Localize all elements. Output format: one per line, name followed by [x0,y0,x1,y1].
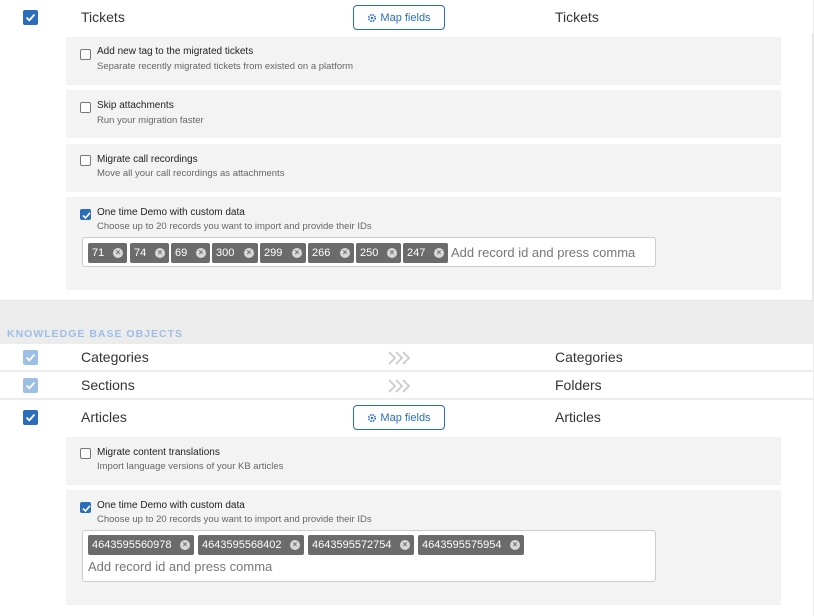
check-icon [25,353,36,362]
record-id-tag: 247 × [403,243,448,263]
chevron-right-arrows-icon [388,351,411,365]
categories-checkbox [23,350,38,365]
articles-destination-label: Articles [555,409,601,425]
option-call-recordings: Migrate call recordings Move all your ca… [66,144,781,192]
remove-tag-icon[interactable]: × [387,248,397,258]
option-content-translations: Migrate content translations Import lang… [66,437,781,485]
articles-card: Articles Map fields Articles Migrate con… [0,400,813,616]
map-fields-label: Map fields [380,11,431,24]
articles-source-label: Articles [81,409,127,425]
remove-tag-icon[interactable]: × [155,248,165,258]
remove-tag-icon[interactable]: × [292,248,302,258]
remove-tag-icon[interactable]: × [244,248,254,258]
remove-tag-icon[interactable]: × [510,540,520,550]
kb-demo-data-checkbox[interactable] [80,502,91,513]
remove-tag-icon[interactable]: × [434,248,444,258]
remove-tag-icon[interactable]: × [196,248,206,258]
remove-tag-icon[interactable]: × [290,540,300,550]
record-id-tag: 4643595568402 × [198,535,304,555]
option-title: Migrate content translations [97,447,220,458]
remove-tag-icon[interactable]: × [113,248,123,258]
option-title: Migrate call recordings [97,154,198,165]
option-description: Run your migration faster [97,115,204,126]
record-id-tag-input[interactable]: 71 × 74 × 69 × 300 × 299 × 266 × 250 × 247 × Add… [82,237,656,267]
record-id-tag: 266 × [308,243,354,263]
demo-data-checkbox[interactable] [80,209,91,220]
tickets-source-label: Tickets [81,9,125,25]
remove-tag-icon[interactable]: × [400,540,410,550]
remove-tag-icon[interactable]: × [180,540,190,550]
kb-record-id-input-placeholder[interactable]: Add record id and press comma [88,559,272,574]
skip-attachments-checkbox[interactable] [80,102,91,113]
option-add-tag: Add new tag to the migrated tickets Sepa… [66,37,781,85]
articles-checkbox[interactable] [23,410,38,425]
chevron-right-arrows-icon [388,379,411,393]
check-icon [25,13,36,22]
record-id-tag: 300 × [212,243,258,263]
categories-destination-label: Categories [555,349,623,365]
record-id-tag: 250 × [356,243,401,263]
gear-icon [368,13,377,22]
option-kb-demo-custom-data: One time Demo with custom data Choose up… [66,490,781,605]
tickets-destination-label: Tickets [555,9,599,25]
tickets-checkbox[interactable] [23,10,38,25]
option-title: One time Demo with custom data [97,500,245,511]
option-description: Import language versions of your KB arti… [97,461,284,472]
option-description: Choose up to 20 records you want to impo… [97,514,372,525]
sections-checkbox [23,378,38,393]
tickets-map-fields-button[interactable]: Map fields [353,5,445,30]
map-fields-label: Map fields [380,411,431,424]
option-demo-custom-data: One time Demo with custom data Choose up… [66,197,781,290]
categories-source-label: Categories [81,349,149,365]
record-id-tag: 74 × [130,243,169,263]
add-tag-checkbox[interactable] [80,49,91,60]
record-id-tag: 299 × [260,243,306,263]
sections-destination-label: Folders [555,377,602,393]
check-icon [82,505,91,513]
option-description: Move all your call recordings as attachm… [97,168,285,179]
record-id-input-placeholder[interactable]: Add record id and press comma [451,245,635,260]
content-translations-checkbox[interactable] [80,448,91,459]
tickets-row: Tickets Map fields Tickets [0,0,813,34]
option-description: Separate recently migrated tickets from … [97,61,354,72]
articles-map-fields-button[interactable]: Map fields [353,405,445,430]
option-description: Choose up to 20 records you want to impo… [97,221,372,232]
kb-row-categories: Categories Categories [0,344,813,370]
check-icon [25,381,36,390]
tickets-card: Tickets Map fields Tickets Add new tag t… [0,0,813,301]
record-id-tag: 4643595560978 × [88,535,194,555]
record-id-tag: 71 × [88,243,127,263]
kb-section-title: KNOWLEDGE BASE OBJECTS [7,328,184,340]
option-title: Skip attachments [97,100,174,111]
call-recordings-checkbox[interactable] [80,155,91,166]
option-title: One time Demo with custom data [97,207,245,218]
check-icon [25,413,36,422]
articles-row: Articles Map fields Articles [0,400,813,434]
check-icon [82,212,91,220]
kb-row-sections: Sections Folders [0,372,813,398]
sections-source-label: Sections [81,377,135,393]
record-id-tag: 4643595575954 × [418,535,524,555]
gear-icon [368,413,377,422]
record-id-tag: 4643595572754 × [308,535,414,555]
option-skip-attachments: Skip attachments Run your migration fast… [66,90,781,138]
remove-tag-icon[interactable]: × [340,248,350,258]
option-title: Add new tag to the migrated tickets [97,46,254,57]
record-id-tag: 69 × [171,243,210,263]
kb-record-id-tag-input[interactable]: 4643595560978 × 4643595568402 × 4643595572… [82,530,656,582]
